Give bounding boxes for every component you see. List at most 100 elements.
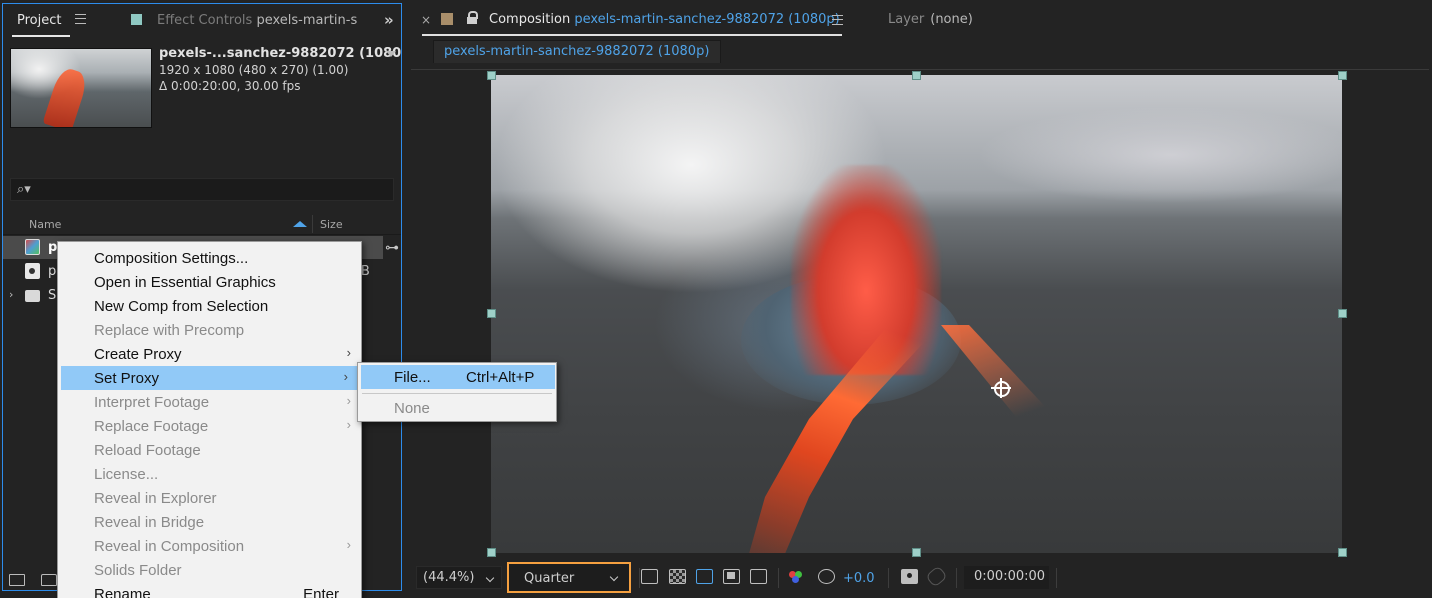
transform-handle[interactable] xyxy=(1338,71,1347,80)
menu-item-label: Replace with Precomp xyxy=(94,322,245,339)
new-folder-icon[interactable] xyxy=(41,574,57,586)
transform-handle[interactable] xyxy=(487,71,496,80)
menu-item-reveal-in-bridge[interactable]: Reveal in Bridge xyxy=(58,510,361,534)
menu-item-create-proxy[interactable]: Create Proxy › xyxy=(58,342,361,366)
menu-item-reveal-in-explorer[interactable]: Reveal in Explorer xyxy=(58,486,361,510)
flowchart-icon[interactable]: ⊶ xyxy=(385,240,399,256)
magnification-value: (44.4%) xyxy=(423,570,475,585)
divider xyxy=(411,69,1429,70)
menu-item-reload-footage[interactable]: Reload Footage xyxy=(58,438,361,462)
toolbar-separator xyxy=(1056,568,1057,588)
channels-icon[interactable] xyxy=(789,569,806,584)
sort-ascending-icon[interactable] xyxy=(293,221,307,227)
toolbar-separator xyxy=(778,568,779,588)
anchor-point-icon[interactable] xyxy=(991,378,1011,398)
exposure-value[interactable]: +0.0 xyxy=(843,571,875,586)
viewer-toolbar: (44.4%) Quarter +0.0 0:00:00:00 xyxy=(407,562,1432,594)
submenu-item-shortcut: Ctrl+Alt+P xyxy=(466,369,535,386)
menu-item-replace-with-precomp[interactable]: Replace with Precomp xyxy=(58,318,361,342)
footage-icon xyxy=(25,263,40,279)
submenu-item-label: File... xyxy=(394,369,431,386)
menu-item-open-in-essential-graphics[interactable]: Open in Essential Graphics xyxy=(58,270,361,294)
transform-handle[interactable] xyxy=(912,71,921,80)
magnification-select[interactable]: (44.4%) xyxy=(416,566,502,589)
chevron-down-icon xyxy=(609,572,619,582)
resolution-select[interactable]: Quarter xyxy=(507,562,631,593)
menu-divider xyxy=(362,393,552,394)
panel-menu-icon[interactable] xyxy=(75,14,86,24)
menu-item-label: Replace Footage xyxy=(94,418,209,435)
show-snapshot-icon[interactable] xyxy=(925,565,948,588)
menu-item-reveal-in-composition[interactable]: Reveal in Composition › xyxy=(58,534,361,558)
tab-project[interactable]: Project xyxy=(17,13,61,28)
menu-item-label: Rename xyxy=(94,586,151,598)
transform-handle[interactable] xyxy=(487,548,496,557)
menu-item-label: Reveal in Composition xyxy=(94,538,245,555)
lava-flow-secondary xyxy=(941,325,1081,445)
current-time-value: 0:00:00:00 xyxy=(974,569,1046,584)
menu-item-license[interactable]: License... xyxy=(58,462,361,486)
tab-composition[interactable]: Composition pexels-martin-sanchez-988207… xyxy=(489,12,840,27)
preview-dropdown-icon[interactable] xyxy=(386,51,396,57)
tab-layer-label: Layer xyxy=(888,12,925,27)
menu-item-rename[interactable]: Rename Enter xyxy=(58,582,361,598)
footage-thumbnail xyxy=(10,48,152,128)
project-search-input[interactable]: ⌕▾ xyxy=(10,178,394,201)
reset-exposure-icon[interactable] xyxy=(818,569,835,584)
submenu-arrow-icon: › xyxy=(346,537,351,552)
submenu-item-file[interactable]: File... Ctrl+Alt+P xyxy=(361,365,555,389)
column-divider[interactable] xyxy=(312,215,313,233)
menu-item-label: Composition Settings... xyxy=(94,250,249,267)
tab-layer[interactable]: Layer (none) xyxy=(888,12,973,27)
menu-item-label: Reveal in Bridge xyxy=(94,514,205,531)
snapshot-camera-icon[interactable] xyxy=(901,569,918,584)
interpret-footage-icon[interactable] xyxy=(9,574,25,586)
mask-path-visibility-icon[interactable] xyxy=(696,569,713,584)
tab-effect-controls-prefix: Effect Controls xyxy=(157,13,253,28)
expand-arrow-icon[interactable]: › xyxy=(9,288,13,301)
panel-overflow-icon[interactable]: » xyxy=(384,11,394,29)
submenu-item-none[interactable]: None xyxy=(361,396,555,420)
tab-layer-value: (none) xyxy=(930,12,973,27)
transform-handle[interactable] xyxy=(1338,548,1347,557)
tab-effect-controls[interactable]: Effect Controls pexels-martin-sa xyxy=(157,13,357,28)
label-color-swatch xyxy=(131,14,142,25)
panel-menu-icon[interactable] xyxy=(832,15,843,25)
comp-navigator-tab[interactable]: pexels-martin-sanchez-9882072 (1080p) xyxy=(433,40,721,63)
transform-handle[interactable] xyxy=(487,309,496,318)
column-size[interactable]: Size xyxy=(320,218,343,231)
menu-item-solids-folder[interactable]: Solids Folder xyxy=(58,558,361,582)
current-time-display[interactable]: 0:00:00:00 xyxy=(964,566,1049,589)
submenu-arrow-icon: › xyxy=(346,393,351,408)
tab-effect-controls-item: pexels-martin-sa xyxy=(256,13,357,28)
context-menu: Composition Settings... Open in Essential… xyxy=(57,241,362,598)
tab-composition-prefix: Composition xyxy=(489,12,571,27)
column-name[interactable]: Name xyxy=(29,218,61,231)
transparency-grid-icon[interactable] xyxy=(669,569,686,584)
transform-handle[interactable] xyxy=(1338,309,1347,318)
region-of-interest-icon[interactable] xyxy=(723,569,740,584)
preview-dimensions: 1920 x 1080 (480 x 270) (1.00) xyxy=(159,63,349,77)
lock-icon[interactable] xyxy=(467,11,478,24)
close-tab-icon[interactable]: × xyxy=(421,13,431,27)
toolbar-separator xyxy=(888,568,889,588)
tab-composition-name: pexels-martin-sanchez-9882072 (1080p) xyxy=(574,12,840,27)
grid-guides-icon[interactable] xyxy=(750,569,767,584)
toolbar-separator xyxy=(956,568,957,588)
channel-blue-dot xyxy=(792,576,799,583)
menu-item-set-proxy[interactable]: Set Proxy › xyxy=(61,366,358,390)
active-tab-underline xyxy=(422,34,842,36)
composition-viewer[interactable] xyxy=(491,75,1342,553)
composition-panel: × Composition pexels-martin-sanchez-9882… xyxy=(407,3,1432,595)
search-icon: ⌕▾ xyxy=(17,182,31,197)
menu-item-label: Solids Folder xyxy=(94,562,182,579)
menu-item-new-comp-from-selection[interactable]: New Comp from Selection xyxy=(58,294,361,318)
project-tabbar: Project Effect Controls pexels-martin-sa… xyxy=(3,4,401,38)
menu-item-replace-footage[interactable]: Replace Footage › xyxy=(58,414,361,438)
menu-item-label: Interpret Footage xyxy=(94,394,210,411)
transform-handle[interactable] xyxy=(912,548,921,557)
menu-item-interpret-footage[interactable]: Interpret Footage › xyxy=(58,390,361,414)
fast-previews-icon[interactable] xyxy=(641,569,658,584)
composition-icon xyxy=(25,239,40,255)
menu-item-composition-settings[interactable]: Composition Settings... xyxy=(58,246,361,270)
